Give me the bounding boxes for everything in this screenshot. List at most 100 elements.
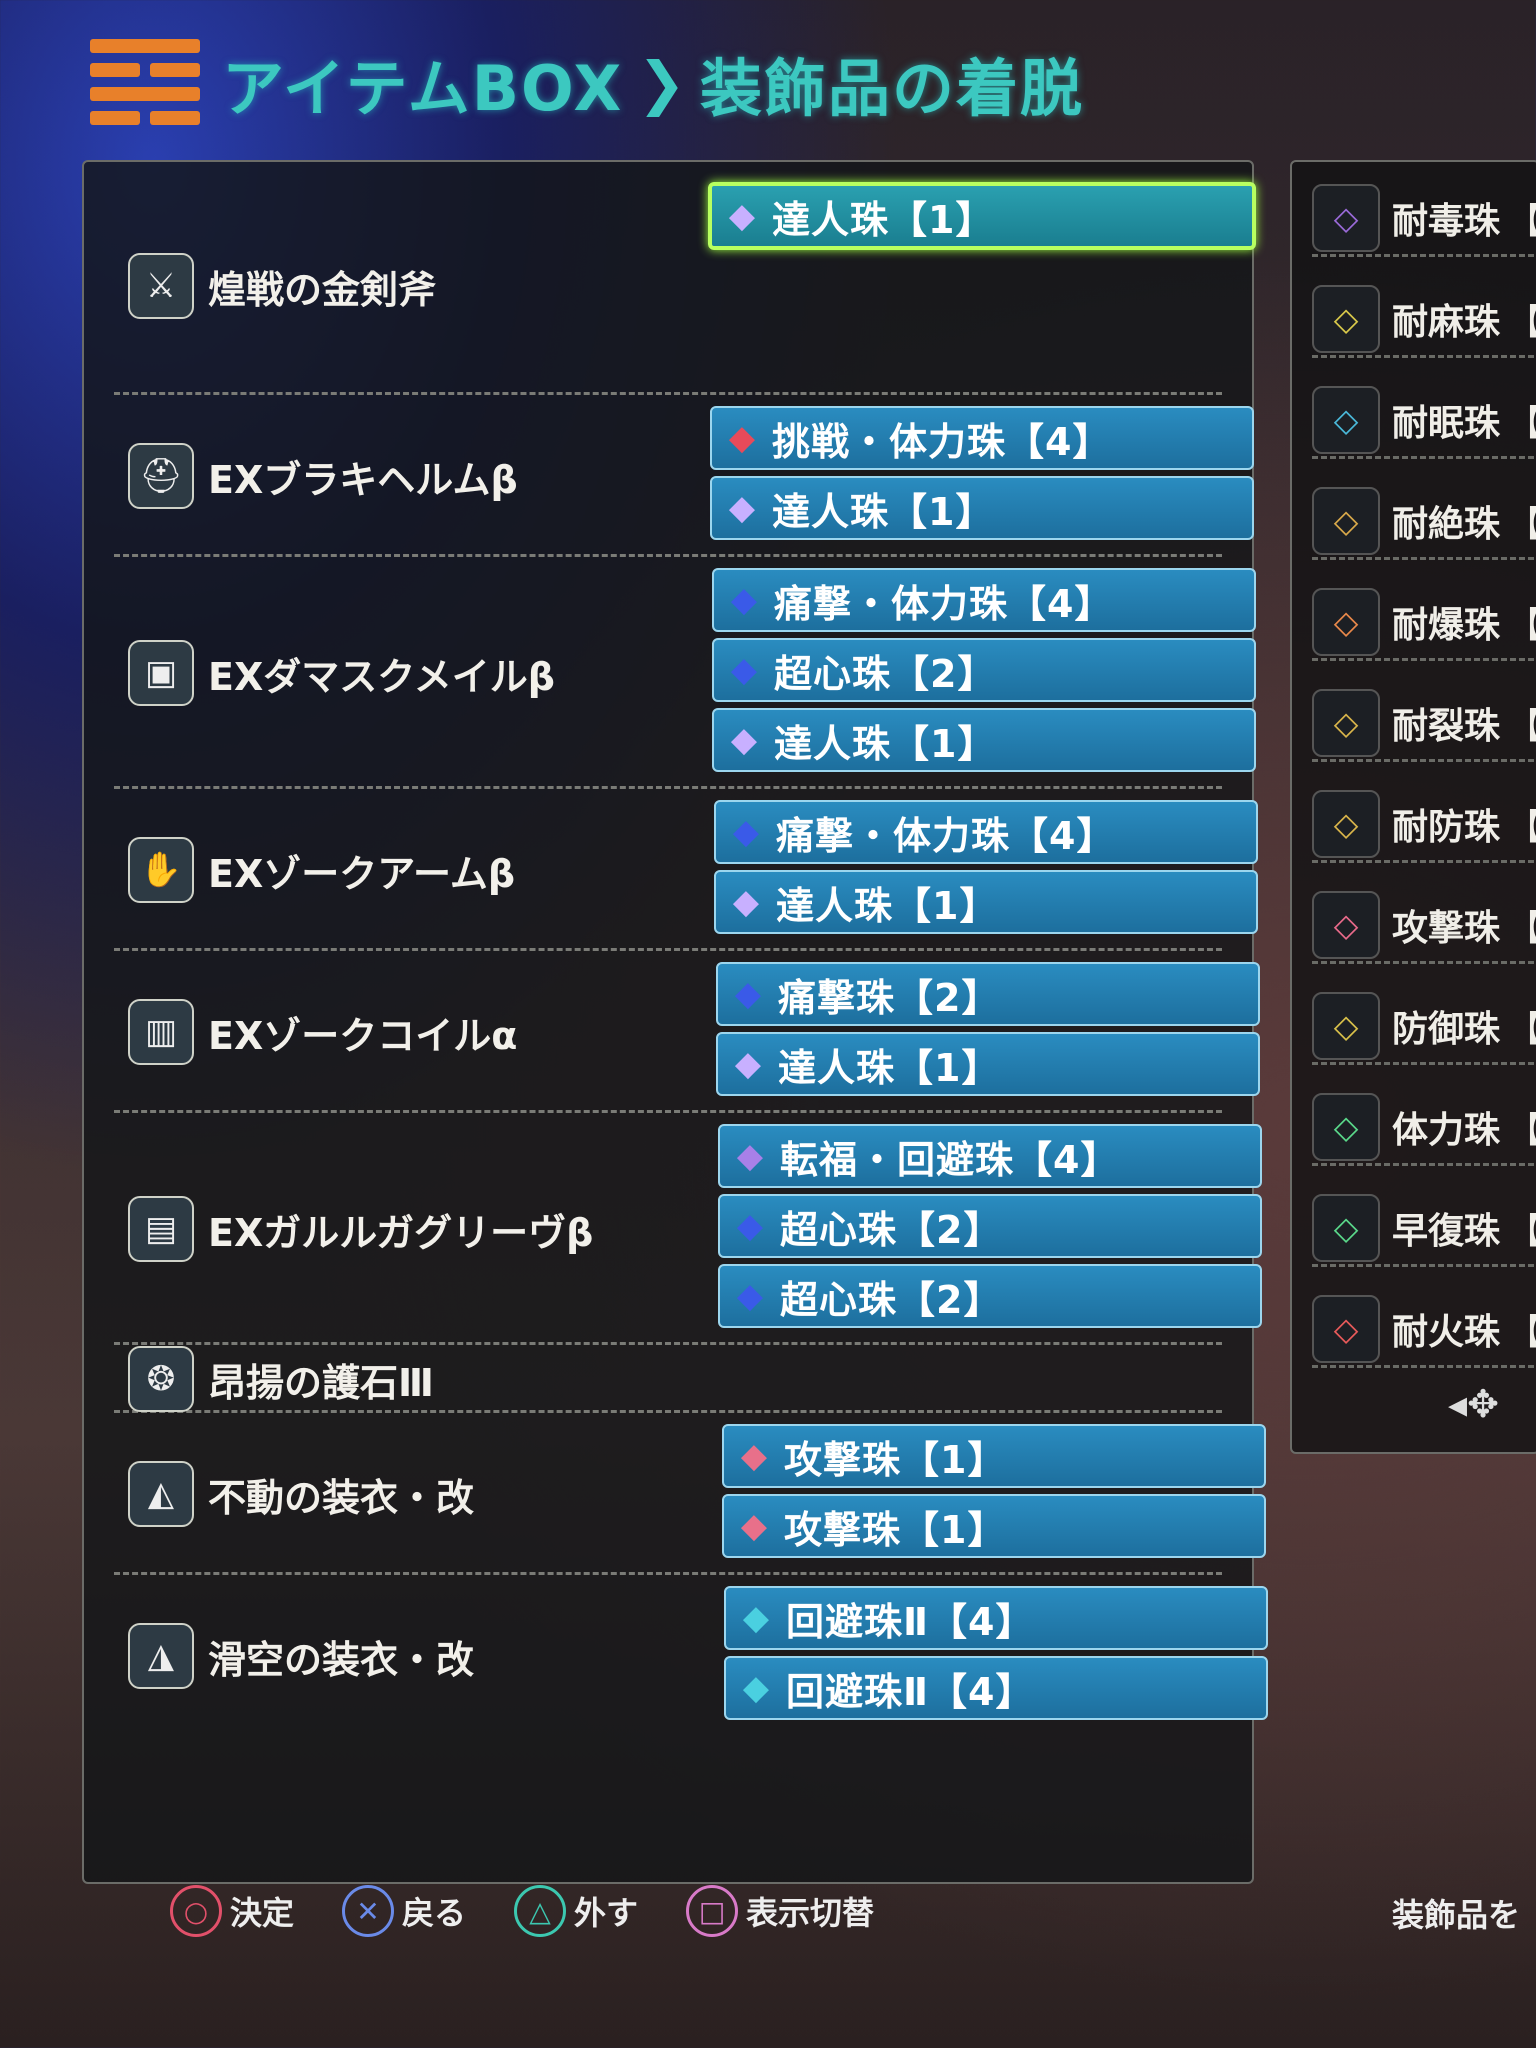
decoration-slot[interactable]: ◆ 挑戦・体力珠【4】 bbox=[710, 406, 1254, 470]
decoration-list-item[interactable]: ◇ 早復珠【 bbox=[1312, 1192, 1536, 1267]
decoration-slot[interactable]: ◆ 達人珠【1】 bbox=[708, 182, 1256, 250]
decoration-gem-icon: ◇ bbox=[1312, 891, 1380, 959]
decoration-gem-icon: ◇ bbox=[1312, 285, 1380, 353]
decoration-gem-icon: ◇ bbox=[1312, 1295, 1380, 1363]
decoration-slot[interactable]: ◆ 回避珠Ⅱ【4】 bbox=[724, 1586, 1268, 1650]
equipment-row[interactable]: ◮ 滑空の装衣・改 ◆ 回避珠Ⅱ【4】 ◆ 回避珠Ⅱ【4】 bbox=[114, 1580, 1268, 1734]
decoration-gem-icon: ◆ bbox=[742, 1668, 770, 1708]
equipment-slot[interactable]: ❂ 昂揚の護石Ⅲ bbox=[128, 1346, 668, 1412]
decoration-name: 痛撃・体力珠【4】 bbox=[774, 581, 1114, 626]
decoration-name: 達人珠【1】 bbox=[778, 1045, 1001, 1090]
decoration-slot[interactable]: ◆ 超心珠【2】 bbox=[718, 1264, 1262, 1328]
equipment-slot[interactable]: ◭ 不動の装衣・改 bbox=[128, 1461, 668, 1527]
header: アイテムBOX ❯ 装飾品の着脱 bbox=[90, 28, 1084, 138]
equipment-row[interactable]: ◭ 不動の装衣・改 ◆ 攻撃珠【1】 ◆ 攻撃珠【1】 bbox=[114, 1418, 1266, 1575]
legs-icon: ▤ bbox=[128, 1196, 194, 1262]
decoration-gem-icon: ◆ bbox=[732, 882, 760, 922]
decoration-slot[interactable]: ◆ 超心珠【2】 bbox=[718, 1194, 1262, 1258]
decoration-gem-icon: ◆ bbox=[736, 1136, 764, 1176]
equipment-row[interactable]: ▣ EXダマスクメイルβ ◆ 痛撃・体力珠【4】 ◆ 超心珠【2】 ◆ 達人珠【1】 bbox=[114, 562, 1256, 789]
decoration-list-item[interactable]: ◇ 耐麻珠【 bbox=[1312, 283, 1536, 358]
decoration-list-item[interactable]: ◇ 耐絶珠【 bbox=[1312, 485, 1536, 560]
decoration-slot[interactable]: ◆ 痛撃・体力珠【4】 bbox=[712, 568, 1256, 632]
breadcrumb-separator: ❯ bbox=[637, 49, 686, 117]
decoration-slot[interactable]: ◆ 達人珠【1】 bbox=[710, 476, 1254, 540]
toggle-display-button[interactable]: □ 表示切替 bbox=[686, 1885, 874, 1937]
triangle-button-icon: △ bbox=[514, 1885, 567, 1937]
decoration-name: 回避珠Ⅱ【4】 bbox=[786, 1669, 1035, 1714]
decoration-name: 痛撃珠【2】 bbox=[778, 975, 1001, 1020]
equipment-row[interactable]: ▥ EXゾークコイルα ◆ 痛撃珠【2】 ◆ 達人珠【1】 bbox=[114, 956, 1260, 1113]
equipment-row[interactable]: ⚔ 煌戦の金剣斧 ◆ 達人珠【1】 bbox=[114, 182, 1256, 395]
remove-button[interactable]: △ 外す bbox=[514, 1885, 638, 1937]
decoration-name: 攻撃珠【1】 bbox=[784, 1507, 1007, 1552]
decoration-list-name: 耐毒珠 bbox=[1392, 201, 1501, 242]
decoration-slot[interactable]: ◆ 達人珠【1】 bbox=[712, 708, 1256, 772]
equipment-row[interactable]: ✋ EXゾークアームβ ◆ 痛撃・体力珠【4】 ◆ 達人珠【1】 bbox=[114, 794, 1258, 951]
decoration-list-bracket: 【 bbox=[1506, 596, 1536, 648]
decoration-list-bracket: 【 bbox=[1506, 697, 1536, 749]
equipment-name: EXブラキヘルムβ bbox=[208, 457, 518, 502]
page-switch-icon[interactable]: ◂✥ bbox=[1448, 1382, 1499, 1426]
back-button[interactable]: ✕ 戻る bbox=[342, 1885, 466, 1937]
decoration-list-panel: ◇耐毒珠【◇耐麻珠【◇耐眠珠【◇耐絶珠【◇耐爆珠【◇耐裂珠【◇耐防珠【◇攻撃珠【… bbox=[1290, 160, 1536, 1454]
sword-axe-icon: ⚔ bbox=[128, 253, 194, 319]
decoration-gem-icon: ◆ bbox=[736, 1276, 764, 1316]
equipment-slot[interactable]: ✋ EXゾークアームβ bbox=[128, 837, 668, 903]
decoration-gem-icon: ◆ bbox=[730, 580, 758, 620]
equipment-slot[interactable]: ⚔ 煌戦の金剣斧 bbox=[128, 253, 668, 319]
equipment-slot[interactable]: ▥ EXゾークコイルα bbox=[128, 999, 668, 1065]
decoration-list-item[interactable]: ◇ 耐防珠【 bbox=[1312, 788, 1536, 863]
decoration-name: 超心珠【2】 bbox=[780, 1207, 1003, 1252]
equipment-slot[interactable]: ▤ EXガルルガグリーヴβ bbox=[128, 1196, 668, 1262]
decoration-slot[interactable]: ◆ 達人珠【1】 bbox=[714, 870, 1258, 934]
decoration-gem-icon: ◆ bbox=[740, 1436, 768, 1476]
decoration-gem-icon: ◇ bbox=[1312, 992, 1380, 1060]
decoration-list-item[interactable]: ◇ 攻撃珠【 bbox=[1312, 889, 1536, 964]
decoration-slot[interactable]: ◆ 回避珠Ⅱ【4】 bbox=[724, 1656, 1268, 1720]
equipment-slot[interactable]: ⛑ EXブラキヘルムβ bbox=[128, 443, 668, 509]
decoration-slot[interactable]: ◆ 達人珠【1】 bbox=[716, 1032, 1260, 1096]
decoration-list-item[interactable]: ◇ 防御珠【 bbox=[1312, 990, 1536, 1065]
arm-icon: ✋ bbox=[128, 837, 194, 903]
decoration-list-bracket: 【 bbox=[1506, 192, 1536, 244]
decoration-list-name: 防御珠 bbox=[1392, 1009, 1501, 1050]
decoration-gem-icon: ◆ bbox=[732, 812, 760, 852]
equipment-slot[interactable]: ▣ EXダマスクメイルβ bbox=[128, 640, 668, 706]
decoration-list-item[interactable]: ◇ 耐裂珠【 bbox=[1312, 687, 1536, 762]
decoration-list-item[interactable]: ◇ 耐毒珠【 bbox=[1312, 182, 1536, 257]
decoration-slot[interactable]: ◆ 転福・回避珠【4】 bbox=[718, 1124, 1262, 1188]
decoration-name: 達人珠【1】 bbox=[772, 489, 995, 534]
decoration-list-name: 耐爆珠 bbox=[1392, 605, 1501, 646]
confirm-button[interactable]: ○ 決定 bbox=[170, 1885, 294, 1937]
circle-button-icon: ○ bbox=[170, 1885, 222, 1937]
decoration-name: 痛撃・体力珠【4】 bbox=[776, 813, 1116, 858]
decoration-slot[interactable]: ◆ 痛撃珠【2】 bbox=[716, 962, 1260, 1026]
decoration-list-item[interactable]: ◇ 耐爆珠【 bbox=[1312, 586, 1536, 661]
decoration-list-bracket: 【 bbox=[1506, 899, 1536, 951]
decoration-list-name: 早復珠 bbox=[1392, 1211, 1501, 1252]
equipment-row[interactable]: ▤ EXガルルガグリーヴβ ◆ 転福・回避珠【4】 ◆ 超心珠【2】 ◆ 超心珠【2】 bbox=[114, 1118, 1262, 1345]
decoration-list-item[interactable]: ◇ 耐眠珠【 bbox=[1312, 384, 1536, 459]
decoration-list-bracket: 【 bbox=[1506, 1202, 1536, 1254]
equipment-panel: ⚔ 煌戦の金剣斧 ◆ 達人珠【1】 ⛑ EXブラキヘルムβ ◆ 挑戦・体力珠【4】 ◆ 達人珠【1… bbox=[82, 160, 1268, 1884]
decoration-name: 達人珠【1】 bbox=[776, 883, 999, 928]
decoration-slot[interactable]: ◆ 攻撃珠【1】 bbox=[722, 1424, 1266, 1488]
breadcrumb-item-box[interactable]: アイテムBOX bbox=[222, 38, 623, 128]
decoration-slot[interactable]: ◆ 痛撃・体力珠【4】 bbox=[714, 800, 1258, 864]
decoration-slot[interactable]: ◆ 攻撃珠【1】 bbox=[722, 1494, 1266, 1558]
equipment-slot[interactable]: ◮ 滑空の装衣・改 bbox=[128, 1623, 668, 1689]
decoration-list-item[interactable]: ◇ 体力珠【 bbox=[1312, 1091, 1536, 1166]
decoration-list-bracket: 【 bbox=[1506, 1000, 1536, 1052]
decoration-slot[interactable]: ◆ 超心珠【2】 bbox=[712, 638, 1256, 702]
decoration-gem-icon: ◆ bbox=[728, 418, 756, 458]
decoration-name: 達人珠【1】 bbox=[774, 721, 997, 766]
decoration-gem-icon: ◇ bbox=[1312, 184, 1380, 252]
decoration-list-item[interactable]: ◇ 耐火珠【 bbox=[1312, 1293, 1536, 1368]
item-box-icon bbox=[90, 33, 200, 133]
decoration-list-name: 耐眠珠 bbox=[1392, 403, 1501, 444]
decoration-list-name: 体力珠 bbox=[1392, 1110, 1501, 1151]
equipment-row[interactable]: ⛑ EXブラキヘルムβ ◆ 挑戦・体力珠【4】 ◆ 達人珠【1】 bbox=[114, 400, 1254, 557]
equipment-row[interactable]: ❂ 昂揚の護石Ⅲ bbox=[114, 1346, 1222, 1413]
decoration-list-name: 耐絶珠 bbox=[1392, 504, 1501, 545]
